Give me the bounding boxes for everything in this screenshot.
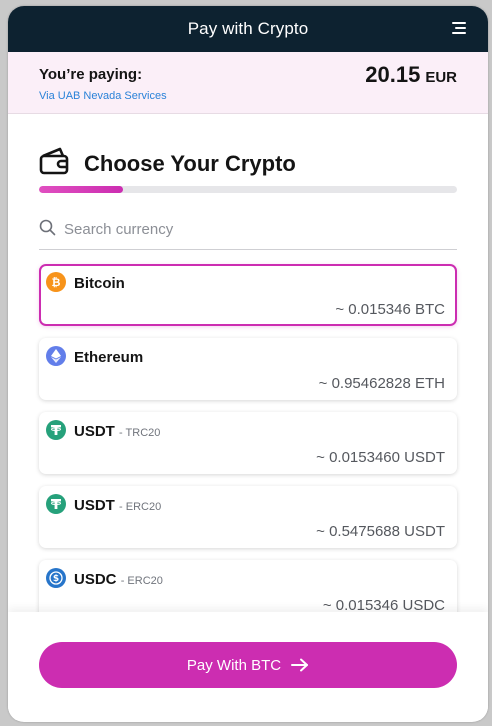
search-field[interactable] (39, 210, 457, 250)
currency-amount: ~ 0.0153460 USDT (316, 449, 445, 466)
currency-option[interactable]: ₿ Bitcoin ~ 0.015346 BTC (39, 264, 457, 326)
pay-button-label: Pay With BTC (186, 656, 282, 674)
paying-label: You’re paying: (39, 66, 143, 83)
svg-text:$: $ (53, 574, 59, 584)
currency-amount: ~ 0.95462828 ETH (318, 375, 445, 392)
amount-currency: EUR (425, 69, 457, 86)
currency-name: USDT - ERC20 (74, 497, 161, 514)
currency-name: Bitcoin (74, 275, 125, 292)
currency-option[interactable]: Ethereum ~ 0.95462828 ETH (39, 338, 457, 400)
currency-amount: ~ 0.5475688 USDT (316, 523, 445, 540)
search-input[interactable] (64, 221, 424, 238)
usdc-icon: $ (46, 568, 66, 588)
currency-network: - ERC20 (120, 575, 163, 587)
step-progress-fill (39, 186, 123, 193)
section-title: Choose Your Crypto (84, 150, 296, 176)
currency-amount: ~ 0.015346 BTC (335, 301, 445, 318)
section-heading: Choose Your Crypto (39, 147, 296, 180)
currency-option[interactable]: USDT - ERC20 ~ 0.5475688 USDT (39, 486, 457, 548)
tether-icon (46, 420, 66, 440)
currency-name-text: Bitcoin (74, 275, 125, 292)
currency-list: ₿ Bitcoin ~ 0.015346 BTC Ethereum ~ 0.954628… (39, 264, 457, 634)
page-title: Pay with Crypto (187, 19, 309, 38)
wallet-icon (39, 147, 71, 180)
currency-name-text: Ethereum (74, 349, 144, 366)
hamburger-menu-icon[interactable] (452, 22, 466, 34)
amount-value: 20.15 (365, 62, 421, 87)
svg-text:₿: ₿ (52, 276, 61, 288)
step-progress-bar (39, 186, 457, 193)
currency-name-text: USDC (74, 571, 117, 588)
currency-network: - TRC20 (119, 427, 161, 439)
currency-name-text: USDT (74, 423, 115, 440)
pay-button[interactable]: Pay With BTC (39, 642, 457, 688)
top-bar: Pay with Crypto (8, 6, 488, 52)
payment-summary: You’re paying: Via UAB Nevada Services 2… (8, 52, 488, 114)
main-content: Choose Your Crypto ₿ Bitcoin ~ 0.015346 BT… (8, 114, 488, 720)
bitcoin-icon: ₿ (46, 272, 66, 292)
tether-icon (46, 494, 66, 514)
currency-name: USDC - ERC20 (74, 571, 163, 588)
search-icon (39, 219, 56, 241)
currency-option[interactable]: USDT - TRC20 ~ 0.0153460 USDT (39, 412, 457, 474)
currency-name: USDT - TRC20 (74, 423, 160, 440)
bottom-action-bar: Pay With BTC (8, 612, 488, 720)
payment-window: Pay with Crypto You’re paying: Via UAB N… (8, 6, 488, 722)
currency-name: Ethereum (74, 349, 143, 366)
payment-amount: 20.15 EUR (365, 62, 457, 88)
currency-network: - ERC20 (119, 501, 162, 513)
currency-name-text: USDT (74, 497, 115, 514)
arrow-right-icon (291, 658, 309, 672)
ethereum-icon (46, 346, 66, 366)
merchant-link[interactable]: Via UAB Nevada Services (39, 90, 167, 102)
